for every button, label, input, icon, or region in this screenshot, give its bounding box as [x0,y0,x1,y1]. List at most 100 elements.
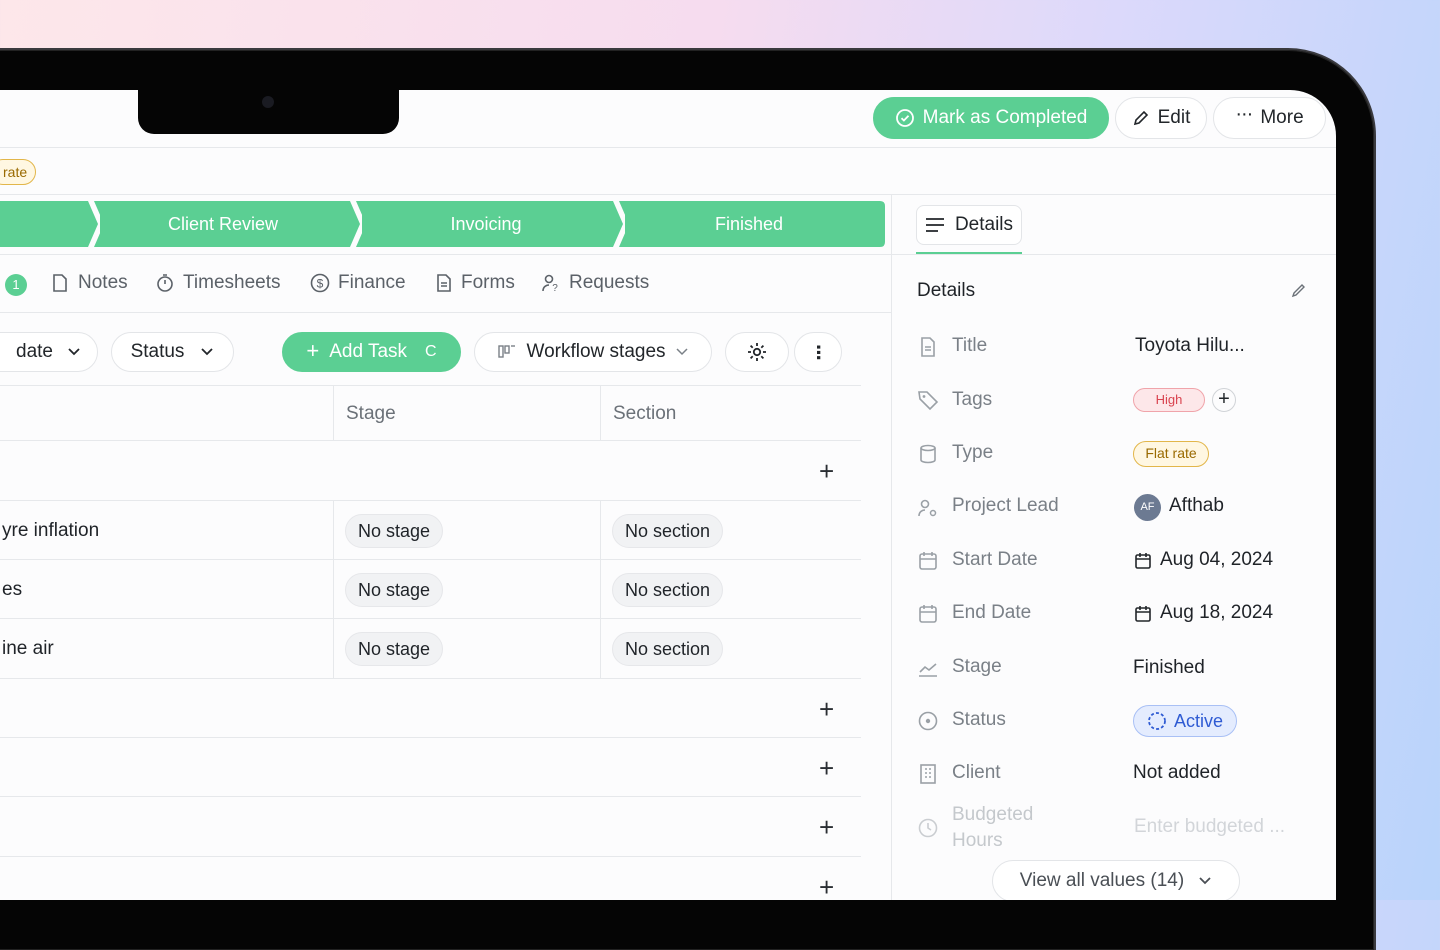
row-divider [0,737,861,738]
tag-high-label: High [1155,392,1183,407]
chevron-down-icon [675,348,688,356]
add-task-button[interactable]: + Add Task C [282,332,461,372]
task-name[interactable]: es [2,579,22,601]
document-icon [437,274,451,292]
stage-client-review[interactable]: Client Review [100,201,346,247]
stage-invoicing[interactable]: Invoicing [362,201,610,247]
section-pill[interactable]: No section [612,632,724,666]
add-task-label: Add Task [329,341,408,362]
budgeted-label-line: Hours [952,830,1003,851]
tag-high-badge[interactable]: High [1133,388,1205,412]
status-filter-dropdown[interactable]: Status [111,332,234,372]
edit-button[interactable]: Edit [1115,97,1207,139]
view-all-values-button[interactable]: View all values (14) [992,860,1240,900]
project-lead-label: Project Lead [952,495,1059,516]
clock-icon [918,818,938,838]
type-label: Type [952,442,994,463]
chevron-down-icon [201,348,214,356]
tab-label: Requests [569,272,650,293]
add-row-plus-icon[interactable]: + [819,458,834,484]
end-date-value[interactable]: Aug 18, 2024 [1160,602,1273,624]
stage-label: Stage [952,656,1002,677]
add-row-plus-icon[interactable]: + [819,755,834,781]
tab-label: Finance [338,272,406,293]
status-circle-icon [918,711,938,731]
section-pill[interactable]: No section [612,573,724,607]
details-tab[interactable]: Details [916,205,1022,245]
calendar-icon [1135,606,1151,622]
start-date-value[interactable]: Aug 04, 2024 [1160,549,1273,571]
type-badge-flat-rate[interactable]: Flat rate [1133,441,1209,467]
more-label: More [1260,107,1304,128]
ellipsis-icon: ··· [1235,102,1253,125]
stage-label: Client Review [167,213,279,234]
stage-pill[interactable]: No stage [345,632,444,666]
column-header-stage[interactable]: Stage [346,403,396,425]
client-value[interactable]: Not added [1133,762,1221,784]
col-divider [600,500,601,678]
add-row-plus-icon[interactable]: + [819,696,834,722]
stage-pill[interactable]: No stage [345,573,444,607]
file-text-icon [921,337,935,357]
table-top-border [0,385,861,386]
tab-count-badge: 1 [5,274,27,296]
mark-completed-button[interactable]: Mark as Completed [873,97,1109,139]
add-row-plus-icon[interactable]: + [819,874,834,900]
row-divider [0,796,861,797]
status-filter-label: Status [130,341,185,362]
date-filter-dropdown[interactable]: date [0,332,98,372]
edit-pencil-icon[interactable] [1291,282,1307,298]
dashed-circle-icon [1148,712,1166,730]
col-divider [600,386,601,440]
tab-finance[interactable]: $ Finance [310,272,406,294]
budgeted-hours-input[interactable]: Enter budgeted ... [1134,816,1285,838]
cylinder-icon [920,444,936,464]
file-icon [53,274,67,292]
tab-forms[interactable]: Forms [435,272,515,294]
dollar-circle-icon: $ [310,273,330,293]
col-divider [333,500,334,678]
add-row-plus-icon[interactable]: + [819,814,834,840]
header-divider [0,147,1336,148]
column-header-label: Section [613,403,677,424]
stage-finished[interactable]: Finished [625,201,873,247]
tab-requests[interactable]: ? Requests [541,272,649,294]
type-badge: rate [0,159,37,185]
status-active-badge[interactable]: Active [1133,705,1237,737]
section-pill[interactable]: No section [612,514,724,548]
menu-lines-icon [925,218,944,232]
gear-icon [748,343,766,361]
tab-timesheets[interactable]: Timesheets [155,272,281,294]
settings-button[interactable] [725,332,789,372]
more-button[interactable]: ··· More [1213,97,1326,139]
task-name[interactable]: yre inflation [2,520,99,542]
column-header-section[interactable]: Section [613,403,676,425]
details-section-title: Details [917,280,976,301]
stage-label: Finished [714,213,784,234]
edit-label: Edit [1157,107,1191,128]
stage-pill[interactable]: No stage [345,514,444,548]
mark-completed-label: Mark as Completed [922,107,1088,128]
title-label: Title [952,335,988,356]
pencil-icon [1133,110,1148,126]
svg-text:?: ? [552,283,558,293]
task-name[interactable]: ine air [2,638,54,660]
status-label: Status [952,709,1006,730]
tab-notes[interactable]: Notes [50,272,128,294]
budgeted-label-line: Budgeted [952,804,1034,825]
title-value[interactable]: Toyota Hilu... [1135,335,1245,357]
project-lead-name[interactable]: Afthab [1169,495,1224,517]
start-date-label: Start Date [952,549,1038,570]
add-tag-button[interactable]: + [1212,388,1236,412]
tag-icon [918,391,939,411]
end-date-label: End Date [952,602,1032,623]
stage-value[interactable]: Finished [1133,657,1205,679]
camera-notch [138,88,399,134]
type-badge-label: Flat rate [1145,445,1197,461]
more-options-button[interactable]: ··· [794,332,842,372]
kanban-icon [498,345,516,358]
building-icon [920,764,936,784]
workflow-stages-dropdown[interactable]: Workflow stages [474,332,712,372]
calendar-icon [1135,553,1151,569]
tags-label: Tags [952,389,993,410]
